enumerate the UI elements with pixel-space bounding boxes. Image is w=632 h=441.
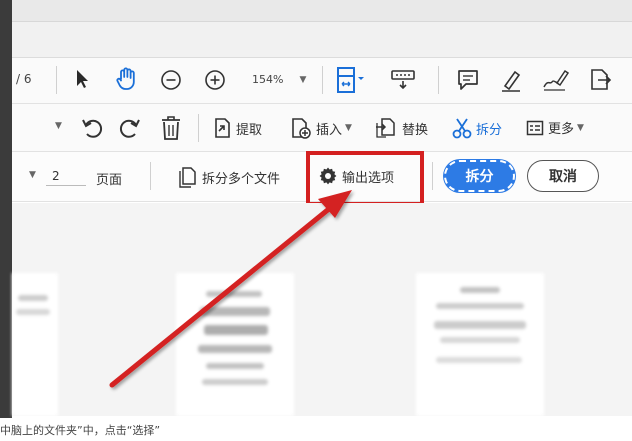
caption-text: 中脑上的文件夹”中，点击“选择” [0, 424, 161, 437]
annotation-arrow [109, 190, 352, 388]
acrobat-window: / 6 154% ▼ ▼ 提取 插入 ▼ 替换 拆分 更多 ▼ ▼ 2 页面 拆… [0, 0, 632, 441]
